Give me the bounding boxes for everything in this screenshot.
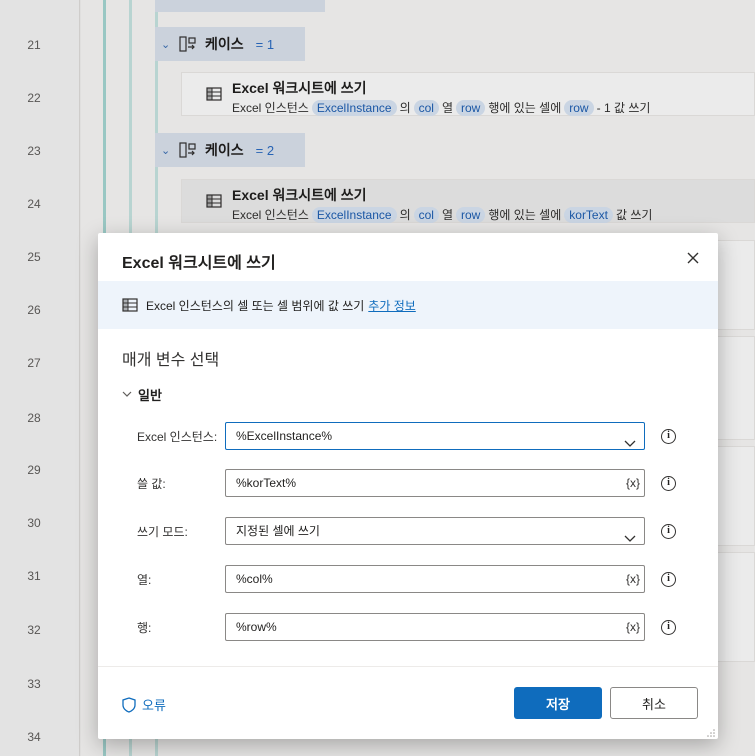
variable-picker-button[interactable]: {x}: [626, 614, 640, 640]
info-icon[interactable]: i: [661, 476, 676, 491]
field-row: 행: %row% {x} i: [137, 613, 677, 641]
field-value: %col%: [236, 572, 273, 586]
chevron-down-icon: [624, 526, 636, 542]
info-text: Excel 인스턴스의 셀 또는 셀 범위에 값 쓰기: [146, 298, 365, 313]
field-label: 쓸 값:: [137, 477, 166, 491]
info-icon[interactable]: i: [661, 572, 676, 587]
value-input[interactable]: %korText% {x}: [225, 469, 645, 497]
section-title: 매개 변수 선택: [122, 352, 220, 369]
info-banner: Excel 인스턴스의 셀 또는 셀 범위에 값 쓰기 추가 정보: [98, 281, 718, 329]
column-input[interactable]: %col% {x}: [225, 565, 645, 593]
field-label: Excel 인스턴스:: [137, 430, 218, 444]
general-group-toggle[interactable]: 일반: [122, 385, 162, 404]
errors-link[interactable]: 오류: [122, 695, 166, 714]
field-write-mode: 쓰기 모드: 지정된 셀에 쓰기 i: [137, 517, 677, 545]
variable-picker-button[interactable]: {x}: [626, 470, 640, 496]
field-value: 지정된 셀에 쓰기: [236, 524, 320, 538]
info-icon[interactable]: i: [661, 524, 676, 539]
variable-picker-button[interactable]: {x}: [626, 566, 640, 592]
dialog-title: Excel 워크시트에 쓰기: [122, 255, 276, 272]
info-icon[interactable]: i: [661, 429, 676, 444]
save-button[interactable]: 저장: [514, 687, 602, 719]
info-icon[interactable]: i: [661, 620, 676, 635]
group-label: 일반: [138, 388, 162, 403]
field-value: %ExcelInstance%: [236, 429, 333, 443]
row-input[interactable]: %row% {x}: [225, 613, 645, 641]
field-value: %row%: [236, 620, 277, 634]
write-to-excel-dialog: Excel 워크시트에 쓰기 Excel 인스턴스의 셀 또는 셀 범위에 값 …: [98, 233, 718, 739]
resize-grip-icon[interactable]: [706, 727, 716, 737]
field-excel-instance: Excel 인스턴스: %ExcelInstance% i: [137, 422, 677, 450]
dialog-footer: 오류 저장 취소: [98, 666, 718, 739]
excel-sheet-icon: [122, 297, 138, 313]
field-value-to-write: 쓸 값: %korText% {x} i: [137, 469, 677, 497]
field-value: %korText%: [236, 476, 297, 490]
close-icon[interactable]: [682, 247, 704, 269]
chevron-down-icon: [624, 431, 636, 447]
field-label: 행:: [137, 621, 152, 635]
more-info-link[interactable]: 추가 정보: [368, 297, 416, 314]
field-column: 열: %col% {x} i: [137, 565, 677, 593]
field-label: 쓰기 모드:: [137, 525, 188, 539]
errors-label: 오류: [142, 698, 166, 713]
cancel-button[interactable]: 취소: [610, 687, 698, 719]
chevron-down-icon: [122, 390, 132, 400]
excel-instance-dropdown[interactable]: %ExcelInstance%: [225, 422, 645, 450]
field-label: 열:: [137, 573, 152, 587]
shield-icon: [122, 696, 136, 713]
write-mode-dropdown[interactable]: 지정된 셀에 쓰기: [225, 517, 645, 545]
